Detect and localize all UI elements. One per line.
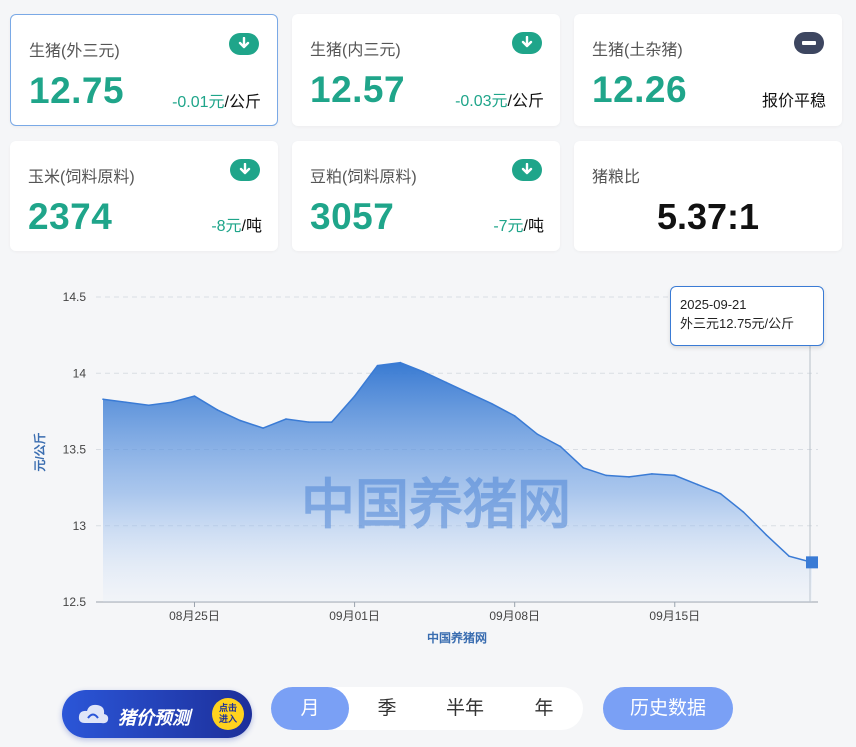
period-month-tab[interactable]: 月 xyxy=(271,687,349,730)
y-tick-label: 14.5 xyxy=(63,290,87,304)
x-tick-label: 09月15日 xyxy=(649,609,700,623)
down-icon xyxy=(230,159,260,181)
data-point xyxy=(536,433,539,436)
period-selector: 月 季 半年 年 xyxy=(271,687,583,730)
card-inner-three[interactable]: 生猪(内三元) 12.57 -0.03元/公斤 xyxy=(292,14,560,126)
down-icon xyxy=(512,159,542,181)
data-point xyxy=(788,555,790,558)
period-half-year-tab[interactable]: 半年 xyxy=(425,687,505,730)
x-tick-label: 09月01日 xyxy=(329,609,380,623)
y-axis-title: 元/公斤 xyxy=(32,432,47,471)
card-value: 12.75 xyxy=(29,70,125,111)
chart-tooltip: 2025-09-21 外三元12.75元/公斤 xyxy=(670,286,824,346)
card-label: 猪粮比 xyxy=(592,169,641,186)
tooltip-value: 外三元12.75元/公斤 xyxy=(680,316,795,331)
card-ratio-value: 5.37:1 xyxy=(656,196,760,237)
period-quarter-tab[interactable]: 季 xyxy=(349,687,425,730)
data-point xyxy=(628,476,630,478)
card-outer-three[interactable]: 生猪(外三元) 12.75 -0.01元/公斤 xyxy=(10,14,278,126)
y-tick-label: 13.5 xyxy=(63,443,87,457)
card-value: 12.26 xyxy=(592,69,688,110)
card-local-pig[interactable]: 生猪(土杂猪) 12.26 报价平稳 xyxy=(574,14,842,126)
card-value: 12.57 xyxy=(310,69,406,110)
data-point xyxy=(673,474,676,477)
card-value: 2374 xyxy=(28,196,113,237)
data-point xyxy=(605,474,607,477)
card-change: -8元/吨 xyxy=(211,218,262,235)
data-point xyxy=(742,511,745,513)
card-value: 3057 xyxy=(310,196,395,237)
enter-badge: 点击 进入 xyxy=(212,698,244,730)
card-label: 豆粕(饲料原料) xyxy=(310,169,417,186)
card-label: 生猪(外三元) xyxy=(29,43,120,60)
cloud-icon xyxy=(78,704,109,724)
data-point xyxy=(170,401,173,404)
data-point xyxy=(719,492,722,495)
card-flat-text: 报价平稳 xyxy=(761,93,826,110)
y-tick-label: 13 xyxy=(73,519,87,533)
data-point xyxy=(422,370,424,373)
card-change: -0.03元/公斤 xyxy=(455,93,544,110)
card-label: 玉米(饲料原料) xyxy=(28,169,135,186)
forecast-label: 猪价预测 xyxy=(118,708,190,728)
x-tick-label: 09月08日 xyxy=(489,609,540,623)
history-data-button[interactable]: 历史数据 xyxy=(603,687,733,730)
down-icon xyxy=(512,32,542,54)
selected-point-marker xyxy=(806,556,818,569)
data-point xyxy=(651,473,653,475)
card-corn[interactable]: 玉米(饲料原料) 2374 -8元/吨 xyxy=(10,141,278,251)
data-point xyxy=(308,421,310,423)
card-label: 生猪(土杂猪) xyxy=(592,42,683,59)
data-point xyxy=(262,427,264,429)
y-tick-label: 12.5 xyxy=(63,595,87,609)
data-point xyxy=(353,395,356,397)
price-forecast-button[interactable]: 猪价预测 点击 进入 xyxy=(62,690,252,738)
data-point xyxy=(193,395,196,397)
data-point xyxy=(216,409,219,411)
watermark: 中国养猪网 xyxy=(301,475,571,535)
y-tick-label: 14 xyxy=(73,366,87,380)
data-point xyxy=(125,401,127,404)
data-point xyxy=(445,381,447,384)
tooltip-date: 2025-09-21 xyxy=(680,297,747,312)
card-change: -7元/吨 xyxy=(493,218,544,235)
down-icon xyxy=(229,33,259,55)
data-point xyxy=(102,398,104,400)
x-tick-label: 08月25日 xyxy=(169,609,220,623)
card-soymeal[interactable]: 豆粕(饲料原料) 3057 -7元/吨 xyxy=(292,141,560,251)
period-year-tab[interactable]: 年 xyxy=(505,687,583,730)
data-point xyxy=(330,421,333,423)
card-change: -0.01元/公斤 xyxy=(172,94,261,111)
flat-icon xyxy=(794,32,824,54)
data-point xyxy=(147,404,150,407)
card-pig-grain-ratio[interactable]: 猪粮比 5.37:1 xyxy=(574,141,842,251)
data-point xyxy=(513,415,516,417)
data-point xyxy=(765,534,768,536)
data-point xyxy=(696,483,699,486)
data-point xyxy=(285,418,287,420)
data-point xyxy=(376,364,379,367)
data-point xyxy=(468,392,470,394)
data-point xyxy=(399,361,402,364)
card-label: 生猪(内三元) xyxy=(310,42,401,59)
x-axis-title: 中国养猪网 xyxy=(427,630,487,645)
data-point xyxy=(491,402,493,405)
data-point xyxy=(582,467,585,469)
data-point xyxy=(559,445,562,448)
data-point xyxy=(239,419,242,422)
